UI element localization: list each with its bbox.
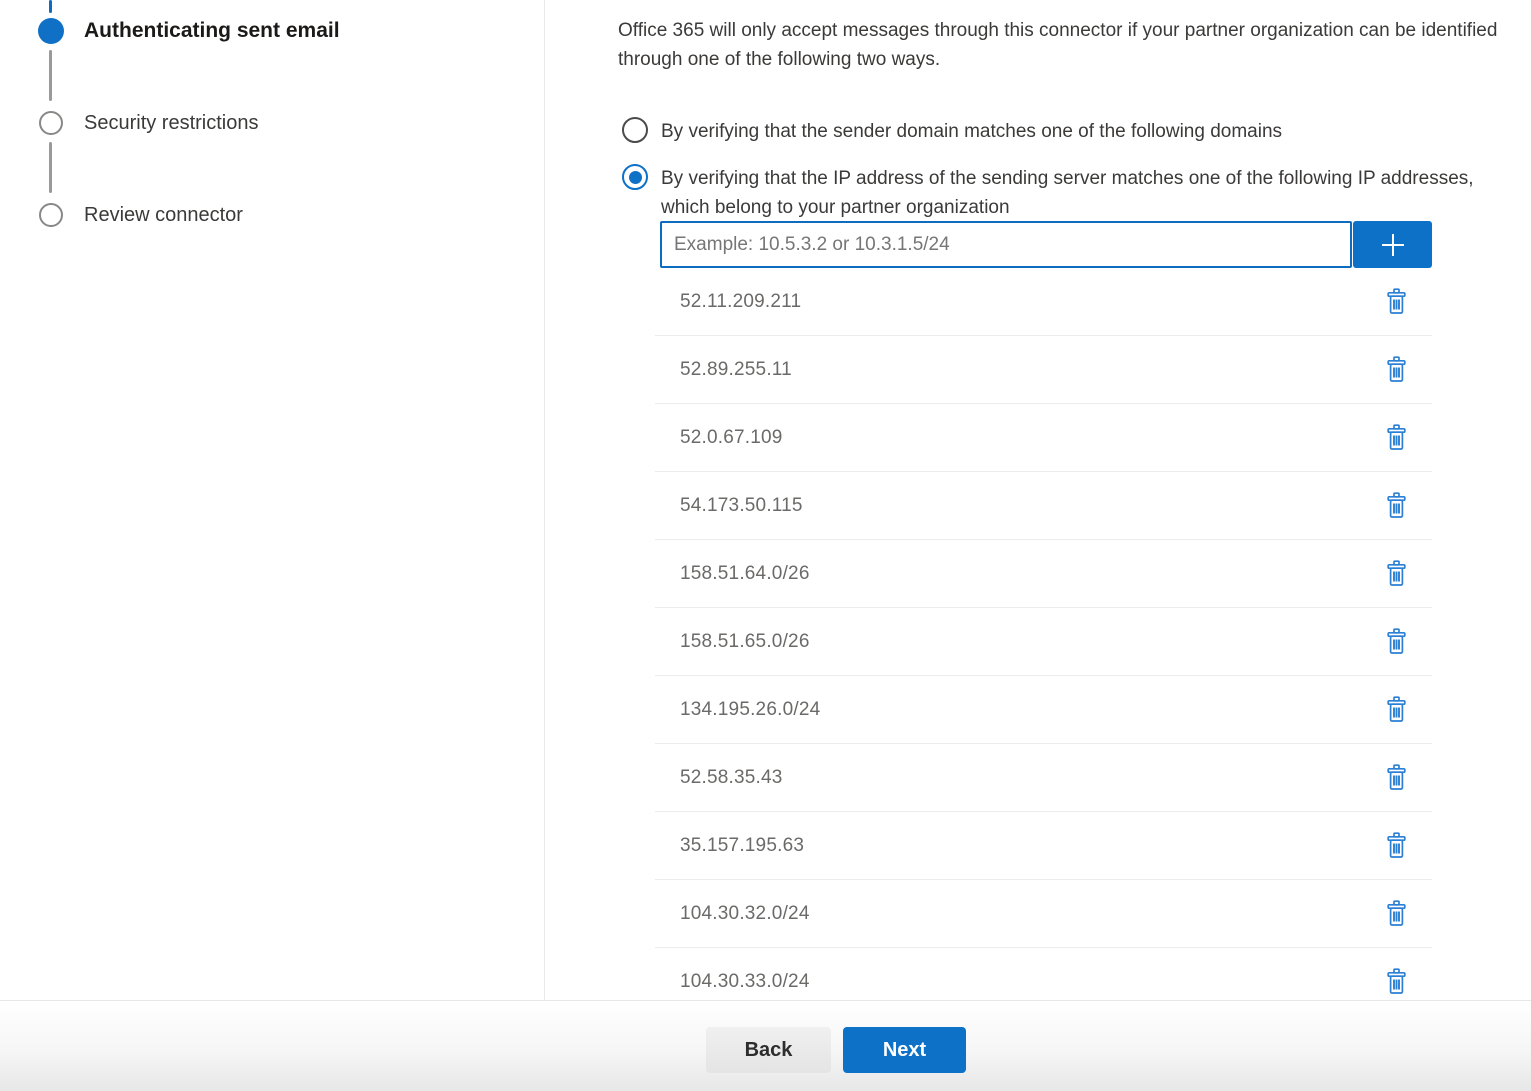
ip-value: 52.58.35.43 [680, 767, 783, 789]
ip-value: 54.173.50.115 [680, 495, 803, 517]
option-ip-address[interactable]: By verifying that the IP address of the … [622, 164, 1489, 222]
trash-icon [1385, 288, 1408, 315]
delete-ip-button[interactable] [1383, 490, 1410, 521]
step-indicator-active [38, 18, 64, 44]
ip-list-item: 52.0.67.109 [655, 404, 1432, 472]
delete-ip-button[interactable] [1383, 762, 1410, 793]
step-authenticating-sent-email[interactable]: Authenticating sent email [84, 18, 340, 44]
trash-icon [1385, 560, 1408, 587]
stepper-connector [49, 142, 52, 193]
trash-icon [1385, 628, 1408, 655]
trash-icon [1385, 764, 1408, 791]
stepper-connector [49, 50, 52, 101]
trash-icon [1385, 900, 1408, 927]
trash-icon [1385, 968, 1408, 995]
back-button[interactable]: Back [706, 1027, 831, 1073]
ip-list-item: 104.30.32.0/24 [655, 880, 1432, 948]
trash-icon [1385, 696, 1408, 723]
trash-icon [1385, 424, 1408, 451]
ip-value: 35.157.195.63 [680, 835, 804, 857]
delete-ip-button[interactable] [1383, 966, 1410, 997]
step-indicator-upcoming [39, 203, 63, 227]
ip-value: 104.30.33.0/24 [680, 971, 810, 993]
ip-value: 52.11.209.211 [680, 291, 801, 313]
radio-sender-domain[interactable] [622, 117, 648, 143]
step-security-restrictions[interactable]: Security restrictions [84, 110, 259, 136]
delete-ip-button[interactable] [1383, 830, 1410, 861]
option-label: By verifying that the sender domain matc… [661, 117, 1282, 146]
ip-list-item: 52.58.35.43 [655, 744, 1432, 812]
ip-value: 52.0.67.109 [680, 427, 783, 449]
ip-list: 52.11.209.211 52.89.255.11 52.0.67.109 [655, 268, 1432, 1016]
delete-ip-button[interactable] [1383, 422, 1410, 453]
ip-value: 104.30.32.0/24 [680, 903, 810, 925]
ip-list-item: 35.157.195.63 [655, 812, 1432, 880]
plus-icon [1377, 229, 1409, 261]
intro-text: Office 365 will only accept messages thr… [618, 16, 1531, 74]
ip-value: 158.51.65.0/26 [680, 631, 810, 653]
wizard-stepper: Authenticating sent email Security restr… [0, 0, 545, 1000]
option-sender-domain[interactable]: By verifying that the sender domain matc… [622, 117, 1282, 146]
trash-icon [1385, 832, 1408, 859]
step-indicator-upcoming [39, 111, 63, 135]
step-review-connector[interactable]: Review connector [84, 202, 243, 228]
ip-list-item: 52.89.255.11 [655, 336, 1432, 404]
authenticating-sent-email-panel: Office 365 will only accept messages thr… [618, 0, 1531, 1000]
ip-list-item: 52.11.209.211 [655, 268, 1432, 336]
radio-ip-address[interactable] [622, 164, 648, 190]
delete-ip-button[interactable] [1383, 558, 1410, 589]
ip-value: 134.195.26.0/24 [680, 699, 820, 721]
add-ip-button[interactable] [1353, 221, 1432, 268]
ip-value: 52.89.255.11 [680, 359, 792, 381]
trash-icon [1385, 492, 1408, 519]
trash-icon [1385, 356, 1408, 383]
ip-list-item: 54.173.50.115 [655, 472, 1432, 540]
next-button[interactable]: Next [843, 1027, 966, 1073]
wizard-footer: Back Next [0, 1000, 1531, 1091]
delete-ip-button[interactable] [1383, 898, 1410, 929]
delete-ip-button[interactable] [1383, 286, 1410, 317]
ip-list-item: 158.51.64.0/26 [655, 540, 1432, 608]
ip-list-item: 134.195.26.0/24 [655, 676, 1432, 744]
delete-ip-button[interactable] [1383, 626, 1410, 657]
stepper-connector-top [49, 0, 52, 13]
option-label: By verifying that the IP address of the … [661, 164, 1489, 222]
ip-value: 158.51.64.0/26 [680, 563, 810, 585]
ip-address-input[interactable] [660, 221, 1352, 268]
delete-ip-button[interactable] [1383, 694, 1410, 725]
ip-list-item: 158.51.65.0/26 [655, 608, 1432, 676]
delete-ip-button[interactable] [1383, 354, 1410, 385]
